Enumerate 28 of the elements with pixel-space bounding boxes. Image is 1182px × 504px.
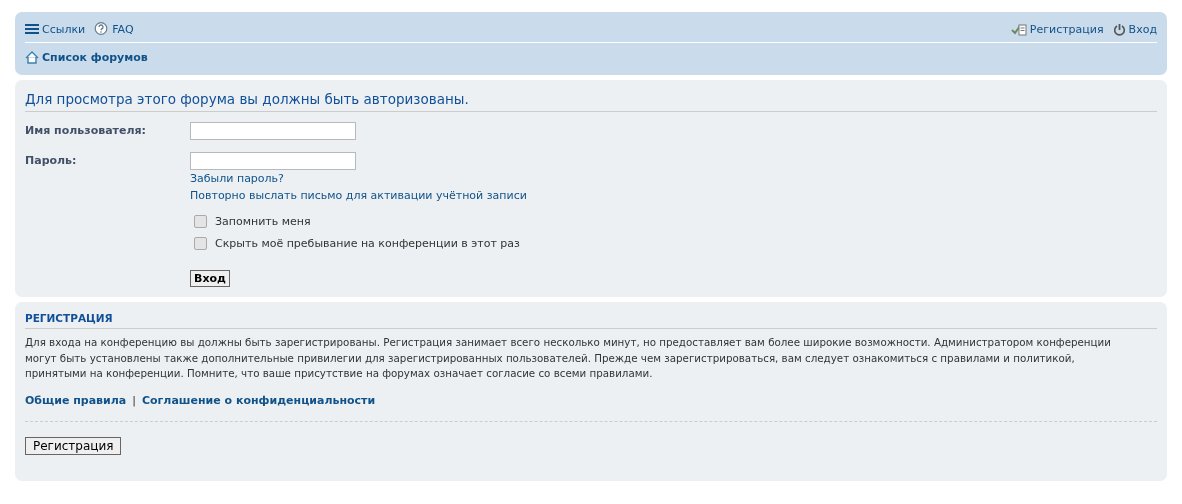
registration-text: Для входа на конференцию вы должны быть зарегистрированы. Регистрация занимает всего несколько минут, но предоставляет вам более широкие возможности. Администратором конференции могут быть установлены также дополнительные привилегии для зарегистрированных пользователей. Прежде чем зарегистрироваться, вам следует ознакомиться с правилами и политикой, принятыми на конференции. Помните, что ваше присутствие на форумах означает согласие со всеми правилами. bbox=[25, 335, 1112, 381]
login-title: Для просмотра этого форума вы должны быть авторизованы. bbox=[25, 91, 1157, 112]
field-label: Пароль: bbox=[25, 153, 78, 167]
checkbox-label: Скрыть моё пребывание на конференции в этот раз bbox=[215, 237, 520, 250]
help-icon bbox=[94, 22, 110, 36]
breadcrumb-link[interactable]: Список форумов bbox=[25, 51, 148, 64]
header-link[interactable]: FAQ bbox=[94, 22, 134, 36]
checkbox[interactable] bbox=[194, 215, 207, 228]
checklist-icon bbox=[1010, 22, 1027, 36]
text-link[interactable]: Соглашение о конфиденциальности bbox=[141, 393, 376, 407]
input-field[interactable] bbox=[190, 152, 356, 170]
checkbox-label: Запомнить меня bbox=[215, 215, 311, 228]
input-field[interactable] bbox=[190, 122, 356, 140]
header-link[interactable]: Вход bbox=[1112, 22, 1157, 36]
text-link[interactable]: Повторно выслать письмо для активации учётной записи bbox=[190, 189, 527, 202]
header-link[interactable]: Регистрация bbox=[1010, 22, 1104, 36]
header-link[interactable]: Ссылки bbox=[25, 22, 86, 36]
link-separator: | bbox=[132, 393, 136, 407]
register-button[interactable]: Регистрация bbox=[25, 436, 122, 455]
home-icon bbox=[25, 51, 39, 64]
login-button[interactable]: Вход bbox=[190, 270, 230, 287]
text-link[interactable]: Общие правила bbox=[25, 393, 127, 407]
text-link[interactable]: Забыли пароль? bbox=[190, 172, 284, 185]
power-icon bbox=[1112, 22, 1126, 36]
checkbox[interactable] bbox=[194, 237, 207, 250]
menu-icon bbox=[25, 23, 39, 35]
field-label: Имя пользователя: bbox=[25, 123, 147, 137]
section-title: РЕГИСТРАЦИЯ bbox=[25, 312, 1157, 329]
